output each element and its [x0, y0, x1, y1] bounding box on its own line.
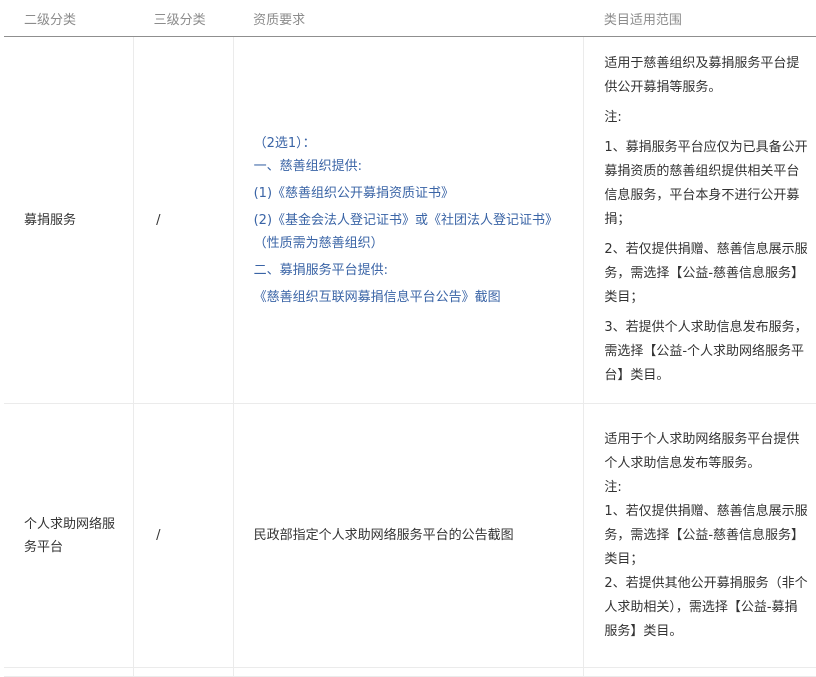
qualification-cell: （2选1）： 一、慈善组织提供: (1)《慈善组织公开募捐资质证书》 (2)《基… — [233, 36, 585, 404]
scope-line: 注: — [604, 479, 622, 495]
scope-line: 适用于慈善组织及募捐服务平台提供公开募捐等服务。 — [604, 56, 800, 95]
tertiary-category-text: / — [156, 528, 161, 543]
scope-cell: 适用于慈善组织及募捐服务平台提供公开募捐等服务。 注: 1、募捐服务平台应仅为已… — [583, 36, 816, 404]
header-tertiary-category: 三级分类 — [133, 0, 234, 37]
scope-line: 2、若仅提供捐赠、慈善信息展示服务，需选择【公益-慈善信息服务】类目； — [604, 242, 808, 305]
table-row-partial — [4, 667, 816, 677]
secondary-category-text: 个人求助网络服务平台 — [24, 516, 116, 555]
scope-line: 1、若仅提供捐赠、慈善信息展示服务，需选择【公益-慈善信息服务】类目； — [604, 503, 808, 567]
scope-line: 注: — [604, 110, 622, 125]
header-qualification: 资质要求 — [233, 0, 584, 37]
scope-line: 适用于个人求助网络服务平台提供个人求助信息发布等服务。 — [604, 431, 800, 471]
scope-line: 2、若提供其他公开募捐服务（非个人求助相关），需选择【公益-募捐服务】类目。 — [604, 575, 808, 639]
tertiary-category-cell: / — [133, 36, 234, 404]
header-scope: 类目适用范围 — [583, 0, 816, 37]
table-header-row: 二级分类 三级分类 资质要求 类目适用范围 — [4, 0, 816, 37]
scope-cell: 适用于个人求助网络服务平台提供个人求助信息发布等服务。 注: 1、若仅提供捐赠、… — [583, 403, 816, 668]
category-table: 二级分类 三级分类 资质要求 类目适用范围 募捐服务 / （2选1）： 一、慈善… — [4, 0, 816, 677]
table-row: 募捐服务 / （2选1）： 一、慈善组织提供: (1)《慈善组织公开募捐资质证书… — [4, 36, 816, 404]
qualification-line: (2)《基金会法人登记证书》或《社团法人登记证书》（性质需为慈善组织） — [253, 212, 559, 251]
scope-line: 1、募捐服务平台应仅为已具备公开募捐资质的慈善组织提供相关平台信息服务，平台本身… — [604, 140, 808, 227]
tertiary-category-cell: / — [133, 403, 234, 668]
qualification-line: (1)《慈善组织公开募捐资质证书》 — [253, 185, 455, 201]
table-row: 个人求助网络服务平台 / 民政部指定个人求助网络服务平台的公告截图 适用于个人求… — [4, 403, 816, 668]
secondary-category-text: 募捐服务 — [24, 212, 77, 228]
qualification-cell: 民政部指定个人求助网络服务平台的公告截图 — [233, 403, 585, 668]
qualification-line: 二、募捐服务平台提供: — [253, 262, 388, 278]
qualification-line: （2选1）： — [253, 135, 316, 151]
header-secondary-category: 二级分类 — [4, 0, 134, 37]
scope-line: 3、若提供个人求助信息发布服务，需选择【公益-个人求助网络服务平台】类目。 — [604, 320, 808, 383]
secondary-category-cell: 个人求助网络服务平台 — [4, 403, 135, 668]
tertiary-category-text: / — [156, 212, 161, 228]
qualification-line: 一、慈善组织提供: — [253, 158, 362, 174]
qualification-line: 民政部指定个人求助网络服务平台的公告截图 — [253, 528, 514, 543]
secondary-category-cell: 募捐服务 — [4, 36, 135, 404]
qualification-line: 《慈善组织互联网募捐信息平台公告》截图 — [253, 289, 501, 305]
